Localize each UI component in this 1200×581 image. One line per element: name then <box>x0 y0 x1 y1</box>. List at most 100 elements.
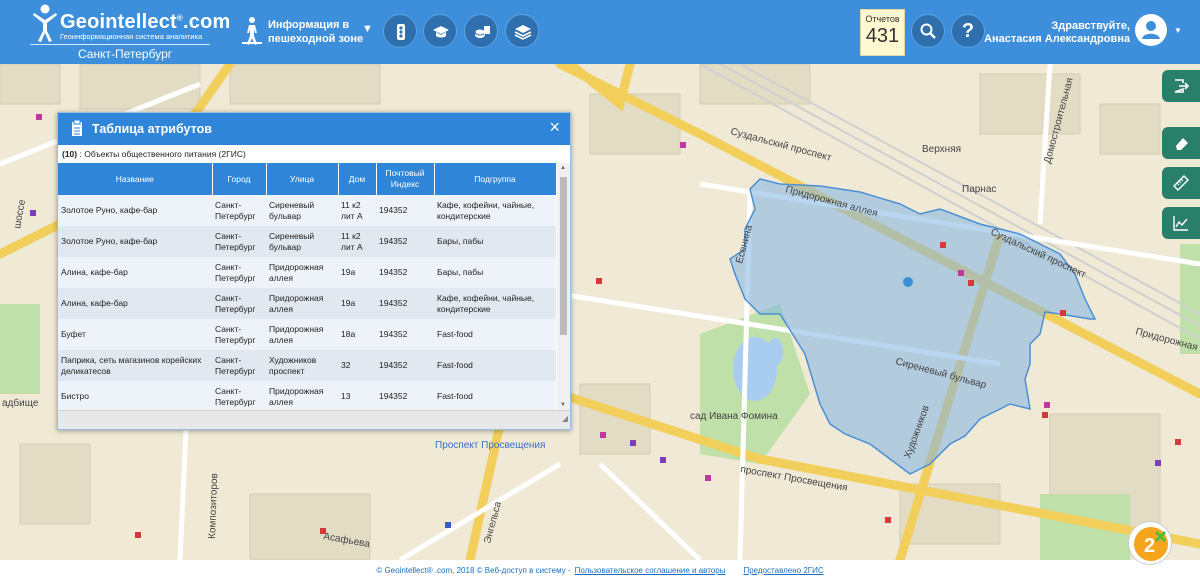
table-row[interactable]: Паприка, сеть магазинов корейских делика… <box>58 350 556 381</box>
table-cell: Бистро <box>58 381 212 410</box>
brand-logo[interactable]: Geointellect®.com Геоинформационная сист… <box>30 3 230 61</box>
panel-title: Таблица атрибутов <box>92 122 212 136</box>
layer-caption: (10) : Объекты общественного питания (2Г… <box>62 149 246 159</box>
table-cell: Паприка, сеть магазинов корейских делика… <box>58 350 212 381</box>
table-cell: Санкт-Петербург <box>212 350 266 381</box>
column-header[interactable]: Город <box>212 163 267 195</box>
terms-link[interactable]: Пользовательское соглашение и авторы <box>575 566 726 575</box>
exit-icon <box>1174 79 1189 93</box>
traffic-light-button[interactable] <box>383 14 417 48</box>
user-greeting[interactable]: Здравствуйте, Анастасия Александровна <box>984 20 1130 46</box>
city-label[interactable]: Санкт-Петербург <box>78 47 172 61</box>
chart-button[interactable] <box>1162 207 1200 239</box>
table-cell: Золотое Руно, кафе-бар <box>58 195 212 226</box>
table-cell: Бары, пабы <box>434 257 556 288</box>
ruler-button[interactable] <box>1162 167 1200 199</box>
scrollbar-thumb[interactable] <box>560 177 567 335</box>
table-cell: Художников проспект <box>266 350 338 381</box>
help-button[interactable]: ? <box>951 14 985 48</box>
attribute-table[interactable]: Название Город Улица Дом Почтовый Индекс… <box>58 163 556 410</box>
column-header[interactable]: Почтовый Индекс <box>376 163 435 195</box>
table-row[interactable]: Алина, кафе-бар Санкт-Петербург Придорожна… <box>58 257 556 288</box>
map-label: Верхняя <box>922 144 961 155</box>
reports-label: Отчетов <box>865 14 900 24</box>
brand-title: Geointellect®.com <box>60 11 231 33</box>
map-label: Проспект Просвещения <box>435 440 545 451</box>
header-bar: Geointellect®.com Геоинформационная сист… <box>0 0 1200 64</box>
eraser-button[interactable] <box>1162 127 1200 159</box>
table-cell: 19а <box>338 288 376 319</box>
layers-icon <box>514 25 532 40</box>
table-cell: Fast-food <box>434 350 556 381</box>
map-label: Парнас <box>962 184 996 195</box>
column-header[interactable]: Улица <box>266 163 339 195</box>
table-cell: 194352 <box>376 288 434 319</box>
reports-counter[interactable]: Отчетов 431 <box>860 9 905 56</box>
table-cell: 18а <box>338 319 376 350</box>
brand-divider <box>30 44 210 45</box>
map-label: сад Ивана Фомина <box>690 411 778 422</box>
resize-handle-icon[interactable]: ◢ <box>562 414 568 423</box>
2gis-logo[interactable]: 2 <box>1128 521 1172 565</box>
provider-link[interactable]: Предоставлено 2ГИС <box>743 566 823 575</box>
table-cell: Придорожная аллея <box>266 381 338 410</box>
chevron-down-icon[interactable]: ▼ <box>362 23 373 35</box>
table-cell: Санкт-Петербург <box>212 226 266 257</box>
scroll-up-icon[interactable]: ▲ <box>560 165 566 171</box>
eraser-icon <box>1176 138 1188 150</box>
scroll-down-icon[interactable]: ▼ <box>560 402 566 408</box>
table-header-row: Название Город Улица Дом Почтовый Индекс… <box>58 163 556 195</box>
table-cell: Придорожная аллея <box>266 319 338 350</box>
reports-count: 431 <box>865 25 900 47</box>
search-button[interactable] <box>911 14 945 48</box>
column-header[interactable]: Дом <box>338 163 377 195</box>
finance-button[interactable] <box>464 14 498 48</box>
table-cell: Алина, кафе-бар <box>58 288 212 319</box>
table-cell: Санкт-Петербург <box>212 195 266 226</box>
table-cell: Придорожная аллея <box>266 257 338 288</box>
table-cell: Кафе, кофейни, чайные, кондитерские <box>434 288 556 319</box>
exit-button[interactable] <box>1162 70 1200 102</box>
user-icon <box>1142 21 1160 39</box>
table-cell: Санкт-Петербург <box>212 288 266 319</box>
table-cell: 194352 <box>376 319 434 350</box>
avatar[interactable] <box>1135 14 1167 46</box>
map-label: Композиторов <box>207 473 220 539</box>
table-row[interactable]: Бистро Санкт-Петербург Придорожная аллея 13… <box>58 381 556 410</box>
education-button[interactable] <box>423 14 457 48</box>
table-cell: 194352 <box>376 195 434 226</box>
table-row[interactable]: Алина, кафе-бар Санкт-Петербург Придорожна… <box>58 288 556 319</box>
table-row[interactable]: Золотое Руно, кафе-бар Санкт-Петербург Сир… <box>58 195 556 226</box>
table-cell: 11 к2 лит А <box>338 226 376 257</box>
column-header[interactable]: Подгруппа <box>434 163 556 195</box>
table-cell: Придорожная аллея <box>266 288 338 319</box>
chevron-down-icon[interactable]: ▼ <box>1174 26 1182 35</box>
table-cell: 194352 <box>376 381 434 410</box>
pedestrian-icon[interactable] <box>240 16 264 46</box>
table-row[interactable]: Буфет Санкт-Петербург Придорожная аллея 18а… <box>58 319 556 350</box>
table-cell: Санкт-Петербург <box>212 257 266 288</box>
table-cell: Сиреневый бульвар <box>266 226 338 257</box>
search-icon <box>920 23 936 39</box>
column-header[interactable]: Название <box>58 163 213 195</box>
panel-header[interactable]: Таблица атрибутов × <box>58 113 570 145</box>
attribute-table-panel[interactable]: Таблица атрибутов × (10) : Объекты общес… <box>57 112 571 430</box>
close-icon[interactable]: × <box>549 118 560 136</box>
table-cell: Санкт-Петербург <box>212 319 266 350</box>
table-cell: Золотое Руно, кафе-бар <box>58 226 212 257</box>
layers-button[interactable] <box>505 14 539 48</box>
table-cell: 194352 <box>376 350 434 381</box>
app-root: Суздальский проспект Придорожная аллея С… <box>0 0 1200 581</box>
table-cell: 194352 <box>376 257 434 288</box>
svg-text:2: 2 <box>1144 535 1155 557</box>
clipboard-icon <box>72 120 82 136</box>
table-row[interactable]: Золотое Руно, кафе-бар Санкт-Петербург Сир… <box>58 226 556 257</box>
vertical-scrollbar[interactable]: ▲ ▼ <box>557 163 570 410</box>
table-cell: Санкт-Петербург <box>212 381 266 410</box>
table-cell: 32 <box>338 350 376 381</box>
table-cell: 194352 <box>376 226 434 257</box>
table-cell: Алина, кафе-бар <box>58 257 212 288</box>
pedestrian-zone-menu[interactable]: Информация в пешеходной зоне <box>268 18 363 46</box>
table-cell: 19а <box>338 257 376 288</box>
table-cell: Кафе, кофейни, чайные, кондитерские <box>434 195 556 226</box>
